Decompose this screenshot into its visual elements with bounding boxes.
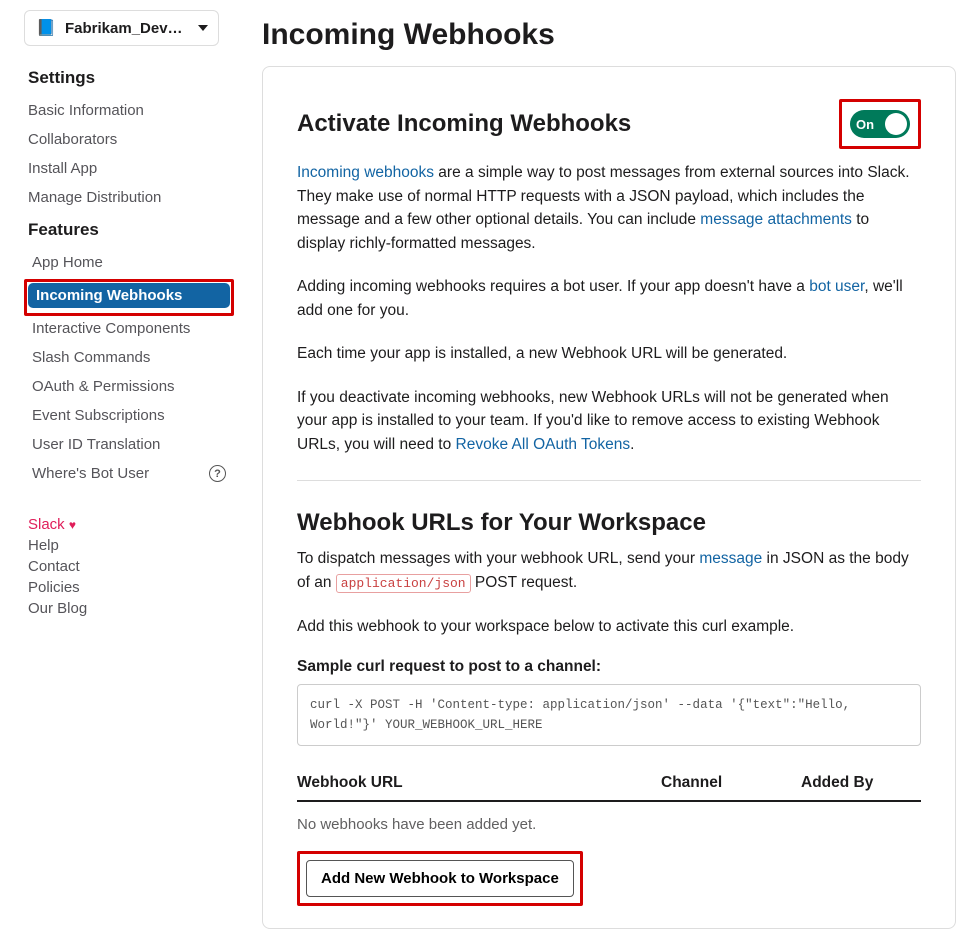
footer-links: Slack ♥ Help Contact Policies Our Blog — [24, 514, 234, 619]
webhook-table-header: Webhook URL Channel Added By — [297, 774, 921, 802]
incoming-webhooks-link[interactable]: Incoming webhooks — [297, 164, 434, 181]
sidebar-item-incoming-webhooks[interactable]: Incoming Webhooks — [28, 283, 230, 308]
content-panel: Activate Incoming Webhooks On Incoming w… — [262, 66, 956, 929]
bot-user-link[interactable]: bot user — [809, 278, 864, 295]
settings-heading: Settings — [28, 68, 234, 88]
sidebar-item-wheres-bot-user[interactable]: Where's Bot User ? — [24, 461, 234, 486]
activate-paragraph-2: Adding incoming webhooks requires a bot … — [297, 275, 921, 322]
sidebar-item-interactive-components[interactable]: Interactive Components — [24, 316, 234, 341]
footer-help-link[interactable]: Help — [24, 535, 234, 556]
footer-slack-label: Slack — [28, 516, 65, 533]
sidebar-item-oauth-permissions[interactable]: OAuth & Permissions — [24, 374, 234, 399]
divider — [297, 480, 921, 481]
app-icon: 📘 — [35, 17, 57, 39]
features-nav: App Home Incoming Webhooks Interactive C… — [24, 250, 234, 486]
footer-blog-link[interactable]: Our Blog — [24, 598, 234, 619]
webhook-urls-heading: Webhook URLs for Your Workspace — [297, 509, 921, 537]
features-heading: Features — [28, 220, 234, 240]
table-col-webhook-url: Webhook URL — [297, 774, 661, 792]
highlight-box: Incoming Webhooks — [24, 279, 234, 316]
highlight-box-toggle: On — [839, 99, 921, 149]
app-name: Fabrikam_Dev… — [65, 20, 192, 37]
highlight-box-add-button: Add New Webhook to Workspace — [297, 851, 583, 906]
add-new-webhook-button[interactable]: Add New Webhook to Workspace — [306, 860, 574, 897]
settings-nav: Basic Information Collaborators Install … — [24, 98, 234, 210]
footer-policies-link[interactable]: Policies — [24, 577, 234, 598]
sample-curl-code: curl -X POST -H 'Content-type: applicati… — [297, 684, 921, 746]
activate-toggle[interactable]: On — [850, 110, 910, 138]
app-selector-dropdown[interactable]: 📘 Fabrikam_Dev… — [24, 10, 219, 46]
sample-curl-label: Sample curl request to post to a channel… — [297, 658, 921, 676]
sidebar-item-basic-information[interactable]: Basic Information — [24, 98, 234, 123]
activate-paragraph-3: Each time your app is installed, a new W… — [297, 342, 921, 366]
revoke-tokens-link[interactable]: Revoke All OAuth Tokens — [456, 436, 631, 453]
toggle-knob-icon — [885, 113, 907, 135]
footer-slack-link[interactable]: Slack ♥ — [24, 514, 234, 535]
chevron-down-icon — [198, 25, 208, 31]
sidebar-item-slash-commands[interactable]: Slash Commands — [24, 345, 234, 370]
main-content: Incoming Webhooks Activate Incoming Webh… — [240, 0, 974, 876]
sidebar-item-manage-distribution[interactable]: Manage Distribution — [24, 185, 234, 210]
table-col-added-by: Added By — [801, 774, 921, 792]
message-attachments-link[interactable]: message attachments — [700, 211, 852, 228]
webhook-empty-message: No webhooks have been added yet. — [297, 816, 921, 833]
sidebar-item-install-app[interactable]: Install App — [24, 156, 234, 181]
toggle-label: On — [856, 117, 874, 132]
activate-paragraph-1: Incoming webhooks are a simple way to po… — [297, 161, 921, 255]
activate-header-row: Activate Incoming Webhooks On — [297, 99, 921, 149]
sidebar-item-app-home[interactable]: App Home — [24, 250, 234, 275]
urls-paragraph-1: To dispatch messages with your webhook U… — [297, 547, 921, 594]
activate-paragraph-4: If you deactivate incoming webhooks, new… — [297, 386, 921, 457]
message-link[interactable]: message — [699, 550, 762, 567]
content-type-code: application/json — [336, 574, 471, 593]
sidebar-item-event-subscriptions[interactable]: Event Subscriptions — [24, 403, 234, 428]
heart-icon: ♥ — [69, 518, 76, 532]
sidebar: 📘 Fabrikam_Dev… Settings Basic Informati… — [0, 0, 240, 876]
urls-paragraph-2: Add this webhook to your workspace below… — [297, 615, 921, 639]
table-col-channel: Channel — [661, 774, 801, 792]
sidebar-item-label: Where's Bot User — [32, 465, 149, 482]
page-title: Incoming Webhooks — [262, 18, 956, 52]
footer-contact-link[interactable]: Contact — [24, 556, 234, 577]
sidebar-item-collaborators[interactable]: Collaborators — [24, 127, 234, 152]
help-icon[interactable]: ? — [209, 465, 226, 482]
activate-heading: Activate Incoming Webhooks — [297, 110, 631, 138]
sidebar-item-user-id-translation[interactable]: User ID Translation — [24, 432, 234, 457]
